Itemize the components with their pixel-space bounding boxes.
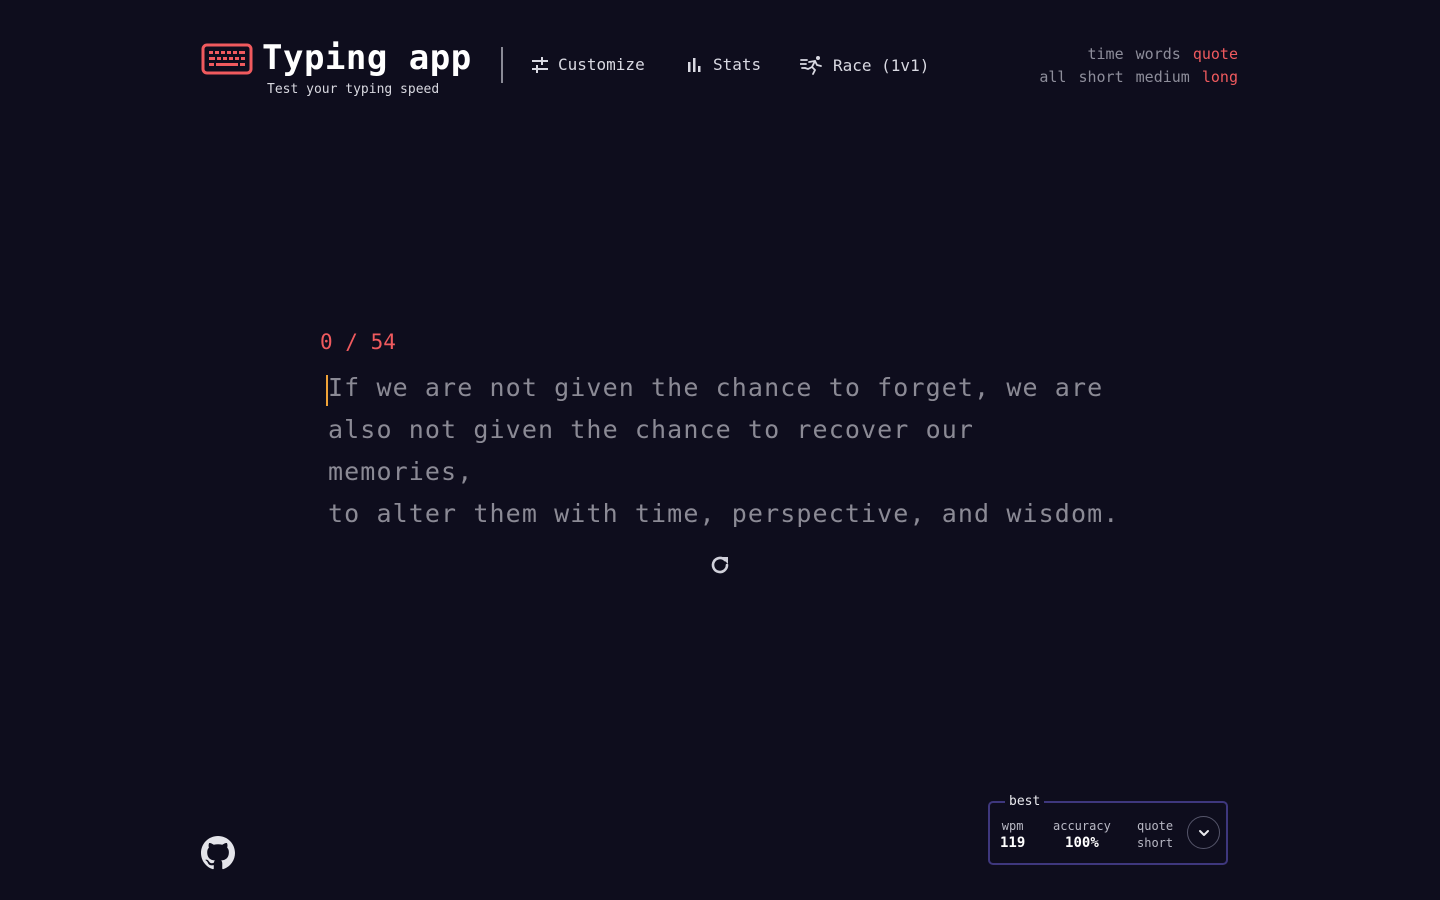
refresh-icon[interactable] — [708, 553, 732, 577]
sliders-icon — [532, 56, 548, 73]
best-mode: quote short — [1137, 818, 1173, 852]
app-subtitle: Test your typing speed — [267, 82, 440, 97]
keyboard-icon — [201, 43, 253, 75]
mode-time[interactable]: time — [1088, 45, 1124, 63]
word-counter: 0 / 54 — [320, 330, 396, 354]
app-logo[interactable]: Typing app Test your typing speed — [201, 41, 472, 97]
race-label: Race (1v1) — [833, 55, 930, 75]
accuracy-value: 100% — [1065, 835, 1099, 851]
best-wpm: wpm 119 — [1000, 818, 1025, 852]
best-score-panel: best wpm 119 accuracy 100% quote short — [988, 794, 1228, 865]
app-title: Typing app — [262, 38, 472, 78]
expand-best-button[interactable] — [1187, 816, 1220, 849]
customize-button[interactable]: Customize — [531, 55, 645, 74]
runner-icon — [800, 56, 822, 75]
wpm-value: 119 — [1000, 835, 1026, 851]
typing-caret — [326, 375, 328, 406]
stats-label: Stats — [713, 55, 762, 74]
length-all[interactable]: all — [1039, 68, 1066, 86]
mode-type-row: time words quote — [1036, 43, 1239, 66]
header-divider — [501, 47, 503, 83]
length-medium[interactable]: medium — [1136, 68, 1190, 86]
customize-label: Customize — [558, 55, 645, 74]
chevron-down-icon — [1198, 829, 1209, 836]
best-legend: best — [1005, 794, 1045, 809]
bar-chart-icon — [688, 57, 701, 72]
quote-text[interactable]: If we are not given the chance to forget… — [328, 367, 1128, 535]
length-short[interactable]: short — [1078, 68, 1123, 86]
mode-selector: time words quote all short medium long — [1036, 43, 1238, 89]
length-long[interactable]: long — [1202, 68, 1238, 86]
mode-length-row: all short medium long — [1036, 66, 1238, 89]
github-icon[interactable] — [201, 836, 235, 870]
stats-button[interactable]: Stats — [686, 55, 761, 74]
accuracy-label: accuracy — [1053, 819, 1111, 833]
mode-quote[interactable]: quote — [1193, 45, 1238, 63]
wpm-label: wpm — [1001, 819, 1024, 833]
best-accuracy: accuracy 100% — [1053, 818, 1111, 852]
best-mode-length: short — [1137, 836, 1174, 850]
race-button[interactable]: Race (1v1) — [800, 55, 929, 75]
best-mode-type: quote — [1137, 819, 1174, 833]
mode-words[interactable]: words — [1136, 45, 1181, 63]
